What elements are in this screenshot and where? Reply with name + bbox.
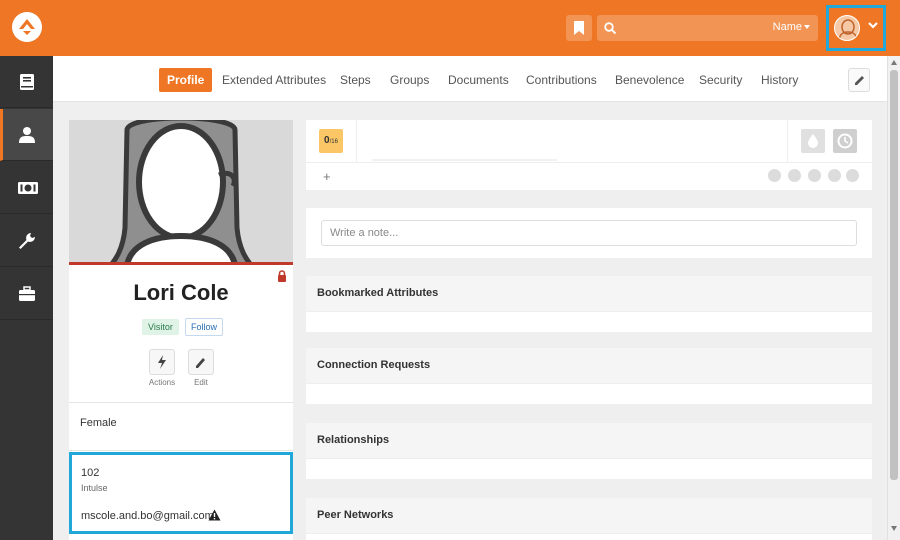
section-peer-networks: Peer Networks (306, 498, 872, 540)
note-input[interactable] (321, 220, 857, 246)
chevron-down-icon[interactable] (867, 20, 879, 30)
pencil-icon (196, 358, 205, 368)
tab-history[interactable]: History (761, 68, 798, 92)
scroll-up-arrow[interactable] (891, 60, 897, 65)
badge-bar: 0/16 + (306, 120, 872, 190)
rock-logo-icon[interactable] (12, 12, 42, 42)
divider (787, 120, 788, 162)
tab-steps[interactable]: Steps (340, 68, 371, 92)
section-header[interactable]: Relationships (306, 423, 872, 459)
mini-badge-icon[interactable] (846, 169, 859, 182)
divider (69, 402, 293, 403)
tab-documents[interactable]: Documents (448, 68, 509, 92)
search-type-dropdown[interactable]: Name (773, 21, 810, 33)
scrollbar[interactable] (887, 56, 900, 540)
search-input[interactable]: Name (597, 15, 818, 41)
actions-button[interactable] (149, 349, 175, 375)
tab-groups[interactable]: Groups (390, 68, 429, 92)
steps-total: /16 (329, 139, 338, 145)
add-badge-button[interactable]: + (323, 169, 331, 184)
mini-badge-icon[interactable] (808, 169, 821, 182)
section-title: Bookmarked Attributes (317, 287, 439, 299)
clock-icon (837, 133, 853, 149)
divider (69, 450, 293, 451)
connection-status-badge: Visitor (142, 319, 179, 335)
tab-benevolence[interactable]: Benevolence (615, 68, 684, 92)
bookmark-button[interactable] (566, 15, 592, 41)
divider (372, 159, 557, 161)
attendance-badge[interactable] (833, 129, 857, 153)
money-icon (18, 182, 38, 194)
section-header[interactable]: Peer Networks (306, 498, 872, 534)
caret-down-icon (804, 25, 810, 30)
notes-panel (306, 208, 872, 258)
person-icon (19, 127, 35, 143)
section-title: Peer Networks (317, 509, 394, 521)
book-icon (20, 74, 34, 90)
female-silhouette-icon (69, 120, 293, 262)
sidebar-item-finance[interactable] (0, 162, 53, 214)
tab-security[interactable]: Security (699, 68, 742, 92)
sidebar-item-pages[interactable] (0, 56, 53, 108)
scroll-thumb[interactable] (890, 70, 898, 480)
divider (306, 162, 872, 163)
briefcase-icon (19, 286, 35, 301)
bolt-icon (158, 355, 166, 369)
section-title: Relationships (317, 434, 390, 446)
email-address[interactable]: mscole.and.bo@gmail.com (81, 510, 214, 522)
phone-number[interactable]: 102 (81, 467, 99, 479)
section-header[interactable]: Bookmarked Attributes (306, 276, 872, 312)
sidebar-item-tools[interactable] (0, 215, 53, 267)
drop-icon (808, 134, 818, 148)
mini-badge-icon[interactable] (828, 169, 841, 182)
user-menu[interactable] (826, 5, 886, 51)
section-relationships: Relationships (306, 423, 872, 479)
wrench-icon (19, 233, 35, 249)
search-icon (604, 22, 616, 34)
contact-info: 102 Intulse mscole.and.bo@gmail.com (69, 452, 293, 534)
gender-value: Female (80, 417, 117, 429)
section-header[interactable]: Connection Requests (306, 348, 872, 384)
mini-badge-icon[interactable] (788, 169, 801, 182)
warning-icon (208, 509, 221, 521)
mini-badge-icon[interactable] (768, 169, 781, 182)
edit-page-button[interactable] (848, 68, 870, 92)
actions-label: Actions (148, 378, 176, 387)
section-connection-requests: Connection Requests (306, 348, 872, 404)
divider (356, 120, 357, 162)
edit-label: Edit (194, 378, 208, 387)
giving-badge[interactable] (801, 129, 825, 153)
pencil-icon (855, 76, 864, 85)
follow-button[interactable]: Follow (185, 318, 224, 336)
sidebar-item-people[interactable] (0, 109, 53, 161)
profile-photo[interactable] (69, 120, 293, 265)
tab-bar: Profile Extended Attributes Steps Groups… (53, 56, 887, 102)
scroll-down-arrow[interactable] (891, 526, 897, 531)
avatar[interactable] (834, 15, 860, 41)
tab-profile[interactable]: Profile (159, 68, 213, 92)
steps-badge[interactable]: 0/16 (319, 129, 343, 153)
profile-card: Lori Cole Visitor Follow Actions Edit Fe… (69, 120, 293, 540)
tab-extended-attributes[interactable]: Extended Attributes (222, 68, 326, 92)
sidebar (0, 56, 53, 540)
sidebar-item-admin[interactable] (0, 268, 53, 320)
search-type-label: Name (772, 21, 802, 33)
section-bookmarked-attributes: Bookmarked Attributes (306, 276, 872, 332)
bookmark-icon (574, 21, 584, 35)
section-title: Connection Requests (317, 359, 431, 371)
edit-person-button[interactable] (188, 349, 214, 375)
person-name: Lori Cole (133, 280, 229, 305)
tab-contributions[interactable]: Contributions (526, 68, 597, 92)
top-bar: Name (0, 0, 900, 56)
phone-type: Intulse (81, 483, 108, 493)
